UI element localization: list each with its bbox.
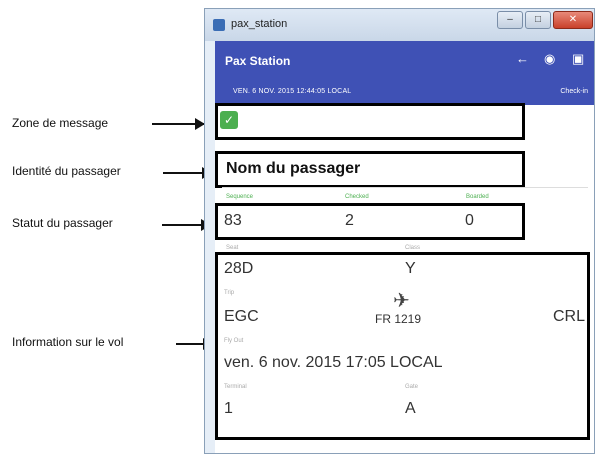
annotation-arrow — [152, 118, 205, 130]
sequence-value: 83 — [224, 212, 242, 229]
annotation-arrow — [162, 219, 211, 231]
lock-icon[interactable]: ▣ — [572, 51, 584, 67]
boarded-label: Boarded — [466, 194, 489, 200]
passenger-name: Nom du passager — [226, 160, 361, 177]
flight-info-box — [215, 252, 590, 440]
app-header: Pax Station ← ◉ ▣ VEN. 6 NOV. 2015 12:44… — [215, 41, 594, 105]
app-title: Pax Station — [225, 54, 291, 68]
close-button[interactable]: ✕ — [553, 11, 593, 29]
gate-label: Gate — [405, 384, 419, 390]
annotation-message-zone: Zone de message — [12, 116, 109, 130]
checked-label: Checked — [345, 194, 369, 200]
annotation-passenger-status: Statut du passager — [12, 216, 113, 230]
destination-value: CRL — [553, 308, 586, 325]
minimize-button[interactable]: – — [497, 11, 523, 29]
divider — [222, 187, 588, 188]
datetime-label: VEN. 6 NOV. 2015 12:44:05 LOCAL — [233, 88, 352, 95]
user-circle-icon[interactable]: ◉ — [544, 51, 555, 67]
seat-value: 28D — [224, 260, 254, 277]
window-titlebar: pax_station – □ ✕ — [205, 9, 594, 41]
terminal-value: 1 — [224, 400, 233, 417]
seat-label: Seat — [226, 245, 239, 251]
boarded-value: 0 — [465, 212, 474, 229]
message-zone-box — [215, 103, 525, 140]
annotation-passenger-identity: Identité du passager — [12, 164, 121, 178]
origin-value: EGC — [224, 308, 259, 325]
class-value: Y — [405, 260, 416, 277]
class-label: Class — [405, 245, 421, 251]
sequence-label: Sequence — [226, 194, 254, 200]
passenger-status-box — [215, 203, 525, 240]
terminal-label: Terminal — [224, 384, 247, 390]
checked-value: 2 — [345, 212, 354, 229]
checkin-label: Check-in — [560, 88, 588, 95]
message-check-icon: ✓ — [220, 111, 238, 129]
trip-label: Trip — [224, 290, 235, 296]
maximize-button[interactable]: □ — [525, 11, 551, 29]
app-icon — [213, 19, 225, 31]
airplane-icon: ✈ — [393, 290, 410, 312]
departure-value: ven. 6 nov. 2015 17:05 LOCAL — [224, 354, 443, 371]
annotation-flight-info: Information sur le vol — [12, 335, 124, 349]
gate-value: A — [405, 400, 416, 417]
flyout-label: Fly Out — [224, 338, 244, 344]
arrow-left-icon[interactable]: ← — [516, 51, 529, 66]
window-title: pax_station — [231, 18, 288, 30]
flight-number: FR 1219 — [375, 312, 422, 326]
